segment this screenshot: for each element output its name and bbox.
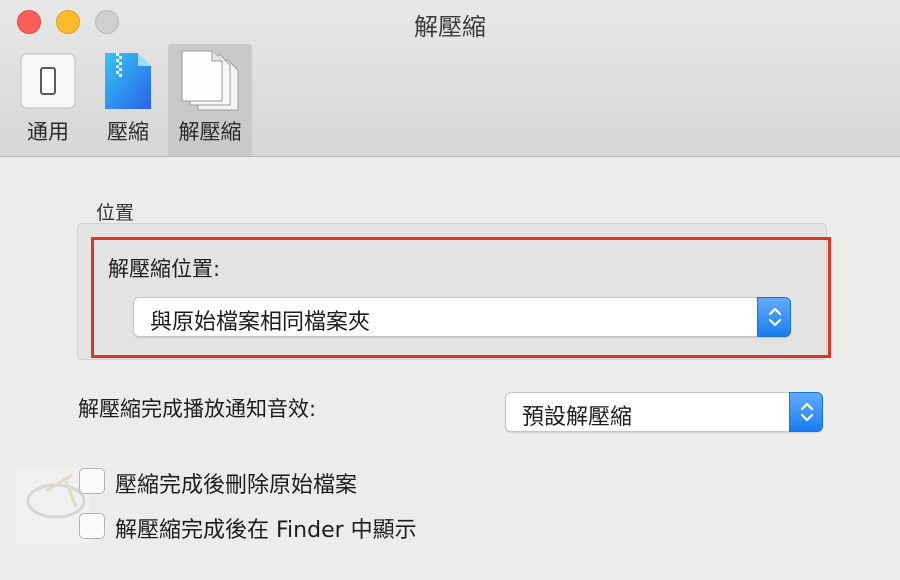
tab-decompress-label: 解壓縮 [178, 120, 242, 144]
extract-location-popup[interactable]: 與原始檔案相同檔案夾 [133, 297, 791, 337]
window-title: 解壓縮 [414, 13, 486, 41]
show-in-finder-label: 解壓縮完成後在 Finder 中顯示 [115, 518, 417, 543]
tab-general-label: 通用 [27, 120, 69, 144]
extract-location-value: 與原始檔案相同檔案夾 [150, 310, 371, 335]
switch-icon [19, 52, 77, 114]
zip-file-icon [102, 50, 154, 116]
delete-original-label: 壓縮完成後刪除原始檔案 [115, 473, 358, 498]
extract-location-stepper[interactable] [757, 297, 791, 337]
tab-compress-label: 壓縮 [107, 120, 149, 144]
delete-original-checkbox[interactable] [79, 468, 105, 494]
notification-sound-label: 解壓縮完成播放通知音效: [78, 397, 317, 421]
updown-chevron-icon [800, 402, 814, 422]
documents-icon [178, 50, 242, 116]
notification-sound-stepper[interactable] [789, 392, 823, 432]
tab-decompress[interactable]: 解壓縮 [168, 44, 252, 156]
preferences-content: 位置 解壓縮位置: 與原始檔案相同檔案夾 解壓縮完成播放通知音效: 預設解壓縮 … [0, 157, 900, 580]
extract-location-label: 解壓縮位置: [108, 257, 221, 281]
show-in-finder-checkbox[interactable] [79, 513, 105, 539]
updown-chevron-icon [768, 307, 782, 327]
notification-sound-popup[interactable]: 預設解壓縮 [505, 392, 823, 432]
notification-sound-value: 預設解壓縮 [522, 405, 633, 430]
tab-compress[interactable]: 壓縮 [86, 44, 170, 156]
window-titlebar: 解壓縮 通用 壓縮 解壓縮 [0, 0, 900, 157]
location-section-title: 位置 [96, 202, 135, 224]
tab-general[interactable]: 通用 [6, 44, 90, 156]
